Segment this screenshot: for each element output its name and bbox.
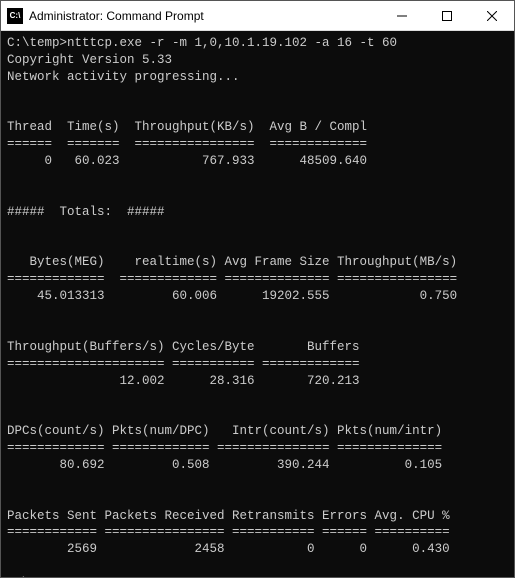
totals-label: ##### Totals: #####: [7, 205, 165, 219]
command-prompt-window: C:\ Administrator: Command Prompt C:\tem…: [0, 0, 515, 578]
window-title: Administrator: Command Prompt: [29, 9, 379, 23]
progress-line: Network activity progressing...: [7, 70, 240, 84]
thread-row: 0 60.023 767.933 48509.640: [7, 154, 367, 168]
close-button[interactable]: [469, 1, 514, 30]
titlebar: C:\ Administrator: Command Prompt: [1, 1, 514, 31]
command-line: C:\temp>ntttcp.exe -r -m 1,0,10.1.19.102…: [7, 36, 397, 50]
maximize-button[interactable]: [424, 1, 469, 30]
copyright-line: Copyright Version 5.33: [7, 53, 172, 67]
window-controls: [379, 1, 514, 30]
thread-headers: Thread Time(s) Throughput(KB/s) Avg B / …: [7, 120, 367, 134]
bytes-divider: ============= ============= ============…: [7, 272, 457, 286]
bytes-headers: Bytes(MEG) realtime(s) Avg Frame Size Th…: [7, 255, 457, 269]
thread-divider: ====== ======= ================ ========…: [7, 137, 367, 151]
minimize-button[interactable]: [379, 1, 424, 30]
dpcs-headers: DPCs(count/s) Pkts(num/DPC) Intr(count/s…: [7, 424, 442, 438]
cmd-icon: C:\: [7, 8, 23, 24]
bytes-row: 45.013313 60.006 19202.555 0.750: [7, 289, 457, 303]
throughput-divider: ===================== =========== ======…: [7, 357, 360, 371]
packets-headers: Packets Sent Packets Received Retransmit…: [7, 509, 450, 523]
prompt: C:\temp>: [7, 576, 67, 577]
packets-row: 2569 2458 0 0 0.430: [7, 542, 450, 556]
packets-divider: ============ ================ ==========…: [7, 525, 450, 539]
throughput-headers: Throughput(Buffers/s) Cycles/Byte Buffer…: [7, 340, 360, 354]
dpcs-divider: ============= ============= ============…: [7, 441, 442, 455]
throughput-row: 12.002 28.316 720.213: [7, 374, 360, 388]
terminal-output[interactable]: C:\temp>ntttcp.exe -r -m 1,0,10.1.19.102…: [1, 31, 514, 577]
dpcs-row: 80.692 0.508 390.244 0.105: [7, 458, 442, 472]
